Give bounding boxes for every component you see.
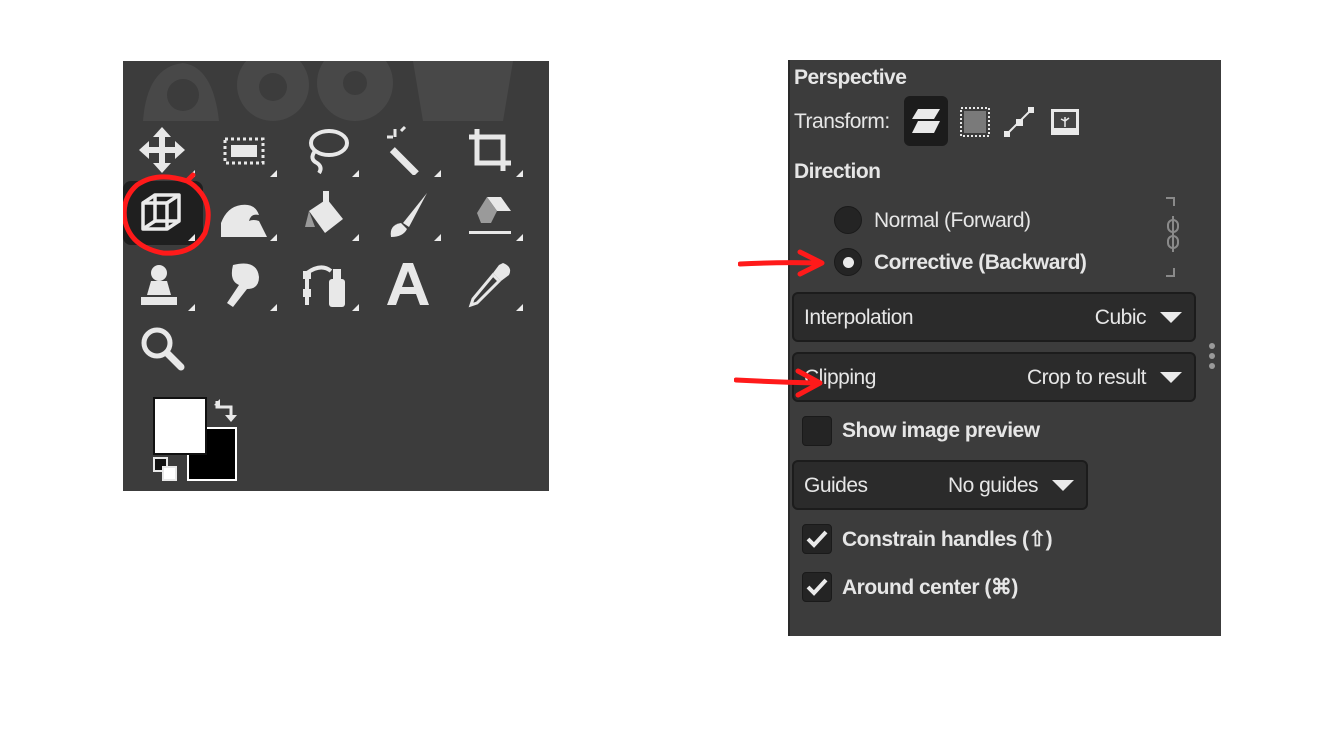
chain-link-icon[interactable]: [1162, 196, 1184, 278]
transform-image-button[interactable]: [1042, 96, 1086, 146]
clone-tool[interactable]: [123, 251, 203, 315]
default-colors-icon[interactable]: [153, 457, 179, 483]
text-tool[interactable]: [369, 251, 449, 315]
tool-options-panel: Perspective Transform: Direction Normal …: [788, 60, 1221, 636]
transform-selection-button[interactable]: [952, 96, 996, 146]
warp-tool[interactable]: [205, 181, 285, 245]
around-center-label[interactable]: Around center (⌘): [842, 575, 1018, 600]
fuzzy-select-tool[interactable]: [369, 117, 449, 181]
move-icon: [139, 127, 185, 173]
radio-normal-forward[interactable]: [834, 206, 862, 234]
show-preview-label[interactable]: Show image preview: [842, 419, 1040, 443]
transform-layer-button[interactable]: [904, 96, 948, 146]
paintbrush-icon: [390, 193, 427, 237]
transform-path-button[interactable]: [996, 96, 1040, 146]
radio-corrective-backward[interactable]: [834, 248, 862, 276]
bucket-fill-tool[interactable]: [287, 181, 367, 245]
chevron-down-icon: [1160, 372, 1182, 383]
chevron-down-icon: [1160, 312, 1182, 323]
show-preview-checkbox[interactable]: [802, 416, 832, 446]
crop-tool[interactable]: [451, 117, 531, 181]
direction-label: Direction: [794, 160, 881, 183]
zoom-tool[interactable]: [123, 315, 203, 379]
chevron-down-icon: [1052, 480, 1074, 491]
toolbox: [123, 61, 549, 491]
annotation-arrow-clipping: [734, 368, 823, 398]
paths-tool[interactable]: [287, 251, 367, 315]
guides-value: No guides: [947, 474, 1039, 497]
magnifier-icon: [141, 327, 185, 371]
foreground-color-swatch[interactable]: [153, 397, 207, 455]
eyedropper-icon: [468, 263, 511, 308]
crop-icon: [469, 129, 511, 171]
interpolation-value: Cubic: [1094, 306, 1147, 329]
corrective-backward-label[interactable]: Corrective (Backward): [874, 251, 1087, 275]
tool-title: Perspective: [794, 66, 907, 89]
eraser-tool[interactable]: [451, 181, 531, 245]
image-mode-icon: [1051, 109, 1079, 135]
interpolation-combo[interactable]: Interpolation Cubic: [792, 292, 1196, 342]
swap-colors-icon[interactable]: [213, 397, 239, 423]
paintbrush-tool[interactable]: [369, 181, 449, 245]
wave-icon: [221, 204, 267, 237]
panel-resize-handle-icon[interactable]: [1208, 342, 1216, 372]
lasso-icon: [309, 129, 349, 175]
paths-icon: [303, 265, 345, 307]
stamp-icon: [141, 265, 177, 305]
smudge-icon: [227, 263, 259, 307]
annotation-arrow-corrective: [738, 249, 825, 277]
transform-label: Transform:: [794, 110, 890, 133]
smudge-tool[interactable]: [205, 251, 285, 315]
text-icon: [387, 263, 429, 305]
interpolation-label: Interpolation: [804, 306, 914, 329]
selection-mode-icon: [960, 107, 990, 137]
path-mode-icon: [1004, 107, 1034, 137]
constrain-handles-checkbox[interactable]: [802, 524, 832, 554]
around-center-checkbox[interactable]: [802, 572, 832, 602]
guides-combo[interactable]: Guides No guides: [792, 460, 1088, 510]
eraser-icon: [469, 197, 511, 234]
color-picker-tool[interactable]: [451, 251, 531, 315]
annotation-circle: [123, 172, 211, 256]
rect-select-tool[interactable]: [205, 117, 285, 181]
clipping-value: Crop to result: [1026, 366, 1147, 389]
bucket-icon: [305, 191, 343, 233]
wilber-watermark: [143, 61, 513, 121]
clipping-combo[interactable]: Clipping Crop to result: [792, 352, 1196, 402]
free-select-tool[interactable]: [287, 117, 367, 181]
normal-forward-label[interactable]: Normal (Forward): [874, 209, 1031, 233]
constrain-handles-label[interactable]: Constrain handles (⇧): [842, 527, 1053, 552]
checkmark-icon: [806, 578, 828, 596]
guides-label: Guides: [804, 474, 868, 497]
magic-wand-icon: [387, 125, 419, 175]
checkmark-icon: [806, 530, 828, 548]
rect-select-icon: [223, 137, 265, 165]
layer-mode-icon: [912, 109, 940, 133]
